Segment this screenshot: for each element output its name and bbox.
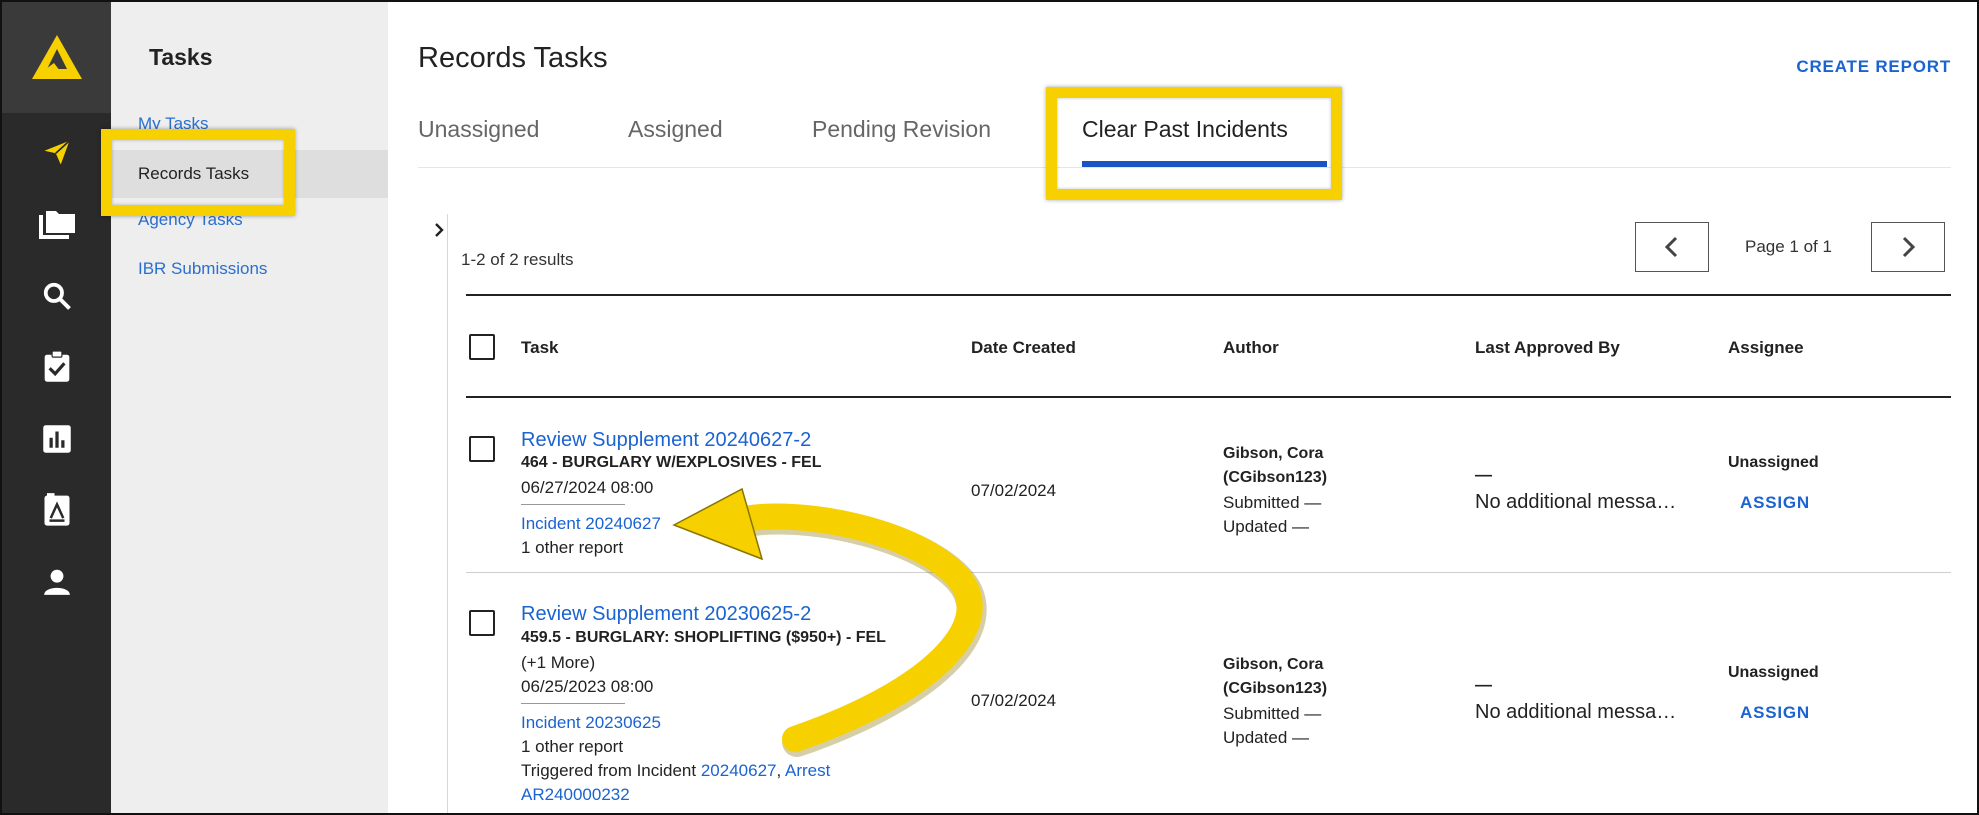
bar-chart-icon[interactable] [39, 421, 75, 457]
highlight-records-tasks [101, 129, 295, 216]
highlight-clear-past-incidents-tab [1046, 87, 1342, 200]
subnav-title: Tasks [149, 44, 213, 70]
expand-panel-button[interactable] [430, 220, 450, 240]
chevron-right-icon [435, 223, 444, 237]
select-all-checkbox[interactable] [469, 334, 495, 360]
task-title-link[interactable]: Review Supplement 20240627-2 [521, 429, 811, 452]
other-report-text: 1 other report [521, 737, 624, 756]
column-header-last-approved-by[interactable]: Last Approved By [1475, 338, 1620, 358]
row-checkbox[interactable] [469, 436, 495, 462]
other-report-text: 1 other report [521, 538, 624, 557]
send-icon[interactable] [39, 134, 75, 170]
page-indicator: Page 1 of 1 [1745, 237, 1832, 256]
row-separator [466, 572, 1951, 573]
row-checkbox[interactable] [469, 610, 495, 636]
triggered-arrest-link[interactable]: Arrest [785, 761, 830, 780]
author-id: (CGibson123) [1223, 680, 1328, 697]
author-name: Gibson, Cora [1223, 445, 1324, 462]
folder-icon[interactable] [39, 206, 75, 242]
table-top-rule [466, 294, 1951, 296]
author-id: (CGibson123) [1223, 469, 1328, 486]
next-page-button[interactable] [1871, 222, 1945, 272]
table-header-rule [466, 396, 1951, 398]
search-icon[interactable] [39, 278, 75, 314]
column-header-task[interactable]: Task [521, 338, 559, 358]
incident-link[interactable]: Incident 20230625 [521, 713, 661, 733]
arrest-id-link[interactable]: AR240000232 [521, 785, 630, 805]
person-icon[interactable] [39, 564, 75, 600]
report-icon[interactable] [39, 492, 75, 528]
updated-status: Updated — [1223, 517, 1309, 536]
task-title-link[interactable]: Review Supplement 20230625-2 [521, 603, 811, 626]
last-approved-by: — [1475, 675, 1492, 694]
subnav-item-ibr-submissions[interactable]: IBR Submissions [138, 259, 267, 279]
create-report-button[interactable]: CREATE REPORT [1796, 57, 1951, 77]
submitted-status: Submitted — [1223, 704, 1322, 723]
column-header-author[interactable]: Author [1223, 338, 1279, 358]
date-created: 07/02/2024 [971, 691, 1057, 710]
approval-message: No additional messa… [1475, 701, 1677, 723]
triggered-prefix: Triggered from Incident [521, 761, 701, 780]
triggered-from-text: Triggered from Incident 20240627, Arrest [521, 761, 830, 781]
offense-text: 459.5 - BURGLARY: SHOPLIFTING ($950+) - … [521, 629, 886, 646]
chevron-right-icon [1902, 236, 1916, 258]
assign-button[interactable]: ASSIGN [1740, 493, 1810, 513]
submitted-status: Submitted — [1223, 493, 1322, 512]
assign-button[interactable]: ASSIGN [1740, 703, 1810, 723]
column-header-date-created[interactable]: Date Created [971, 338, 1076, 358]
date-created: 07/02/2024 [971, 481, 1057, 500]
incident-link[interactable]: Incident 20240627 [521, 514, 661, 534]
page-title: Records Tasks [418, 42, 608, 74]
task-datetime: 06/25/2023 08:00 [521, 677, 654, 696]
task-datetime: 06/27/2024 08:00 [521, 478, 654, 497]
icon-rail [2, 2, 111, 813]
assignee-text: Unassigned [1728, 664, 1819, 681]
author-name: Gibson, Cora [1223, 656, 1324, 673]
column-header-assignee[interactable]: Assignee [1728, 338, 1804, 358]
offense-text: 464 - BURGLARY W/EXPLOSIVES - FEL [521, 454, 822, 471]
results-count: 1-2 of 2 results [461, 250, 574, 269]
row-divider-mini [521, 703, 625, 704]
clipboard-check-icon[interactable] [39, 349, 75, 385]
triggered-incident-link[interactable]: 20240627 [701, 761, 777, 780]
app-window: Tasks My Tasks Records Tasks Agency Task… [0, 0, 1979, 815]
row-divider-mini [521, 504, 625, 505]
last-approved-by: — [1475, 465, 1492, 484]
chevron-left-icon [1664, 236, 1678, 258]
triggered-comma: , [776, 761, 782, 780]
filter-panel-divider [447, 214, 448, 813]
tab-assigned[interactable]: Assigned [628, 116, 723, 143]
logo[interactable] [2, 2, 111, 113]
tasks-subnav: Tasks My Tasks Records Tasks Agency Task… [111, 2, 388, 813]
more-offenses-text: (+1 More) [521, 653, 596, 672]
approval-message: No additional messa… [1475, 491, 1677, 513]
tab-unassigned[interactable]: Unassigned [418, 116, 539, 143]
logo-icon [32, 35, 82, 79]
updated-status: Updated — [1223, 728, 1309, 747]
assignee-text: Unassigned [1728, 454, 1819, 471]
prev-page-button[interactable] [1635, 222, 1709, 272]
tab-pending-revision[interactable]: Pending Revision [812, 116, 991, 143]
